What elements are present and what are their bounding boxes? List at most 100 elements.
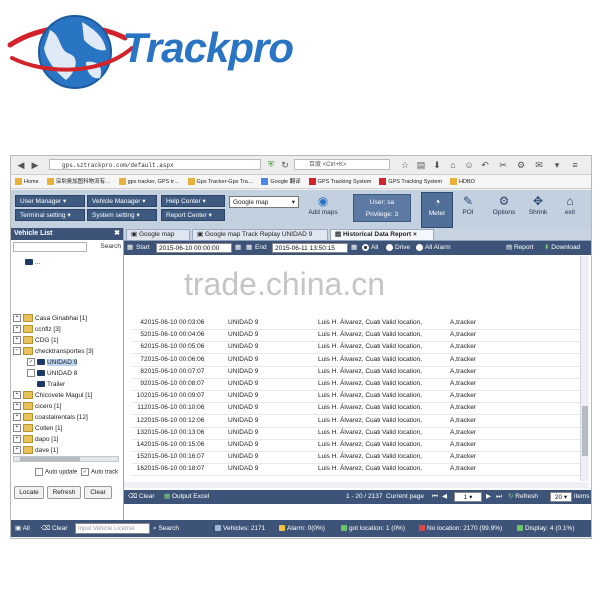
- tree-group[interactable]: + Collen [1]: [13, 424, 62, 434]
- tree-group[interactable]: − checktransportes [3]: [13, 347, 94, 357]
- expand-icon[interactable]: +: [13, 435, 21, 444]
- left-horizontal-scrollbar[interactable]: [13, 456, 119, 462]
- bookmark-item[interactable]: GPS Tracking System: [379, 175, 442, 188]
- map-select[interactable]: Google map ▾: [229, 196, 299, 208]
- clear-results-button[interactable]: ⌫ Clear: [128, 490, 155, 504]
- expand-icon[interactable]: +: [13, 336, 21, 345]
- scroll-thumb[interactable]: [20, 457, 80, 461]
- page-number-input[interactable]: 1 ▾: [454, 492, 482, 502]
- next-page-icon[interactable]: ▶: [486, 490, 491, 504]
- expand-icon[interactable]: +: [13, 402, 21, 411]
- expand-icon[interactable]: +: [13, 314, 21, 323]
- chat-icon[interactable]: ✉: [533, 159, 545, 171]
- download-button[interactable]: ⬇ Download: [544, 241, 580, 255]
- tree-item-partial[interactable]: ...: [25, 258, 40, 268]
- radio-drive[interactable]: Drive: [386, 241, 410, 255]
- url-field[interactable]: gps.sztrackpro.com/default.aspx: [49, 159, 261, 170]
- back-icon[interactable]: ◀: [15, 159, 27, 171]
- expand-icon[interactable]: +: [13, 413, 21, 422]
- table-horizontal-scrollbar[interactable]: [124, 482, 589, 488]
- vehicle-search-button[interactable]: Search: [89, 242, 121, 252]
- tree-group[interactable]: + dave [1]: [13, 446, 58, 456]
- bookmark-item[interactable]: 深圳奥加图科物流有…: [46, 175, 111, 188]
- auto-track-checkbox[interactable]: ✓: [81, 468, 89, 476]
- auto-track-toggle[interactable]: ✓ Auto track: [81, 468, 118, 477]
- end-date-input[interactable]: 2015-06-11 13:50:15: [272, 243, 348, 253]
- collapse-icon[interactable]: ✖: [114, 228, 120, 240]
- shield-icon[interactable]: ⛨: [265, 159, 277, 171]
- tab-google-map[interactable]: ▣ Google map: [126, 229, 190, 240]
- clear-button[interactable]: Clear: [84, 486, 112, 499]
- tools-icon[interactable]: ✂: [497, 159, 509, 171]
- forward-icon[interactable]: ▶: [29, 159, 41, 171]
- star-icon[interactable]: ☆: [399, 159, 411, 171]
- auto-update-toggle[interactable]: Auto update: [35, 468, 77, 477]
- expand-icon[interactable]: +: [13, 391, 21, 400]
- clear-selection-button[interactable]: ⌫ Clear: [41, 520, 68, 537]
- tree-group[interactable]: + CDG [1]: [13, 336, 58, 346]
- refresh-button[interactable]: Refresh: [47, 486, 81, 499]
- start-date-input[interactable]: 2015-06-10 00:00:00: [156, 243, 232, 253]
- add-maps-button[interactable]: ◉ Add maps: [301, 192, 345, 226]
- calendar-picker-icon[interactable]: ▦: [235, 241, 241, 255]
- refresh-page-button[interactable]: ↻ Refresh: [508, 490, 538, 504]
- last-page-icon[interactable]: ⏭: [496, 490, 502, 504]
- expand-icon[interactable]: +: [13, 424, 21, 433]
- locate-button[interactable]: Locate: [14, 486, 44, 499]
- calendar-picker-icon[interactable]: ▦: [351, 241, 357, 255]
- collapse-tree-icon[interactable]: −: [13, 347, 21, 356]
- bookmark-item[interactable]: Google 翻译: [261, 175, 301, 188]
- meter-button[interactable]: ◔ Meter: [421, 192, 453, 228]
- options-button[interactable]: ⚙ Options: [487, 192, 521, 226]
- vehicle-license-input[interactable]: Input Vehicle License: [75, 523, 150, 534]
- undo-icon[interactable]: ↶: [479, 159, 491, 171]
- tab-track-replay[interactable]: ▣ Google map Track Replay UNIDAD 9: [192, 229, 328, 240]
- scroll-thumb[interactable]: [582, 406, 588, 456]
- status-search-button[interactable]: ⌕ Search: [153, 520, 179, 537]
- gear-icon[interactable]: ⚙: [515, 159, 527, 171]
- tree-group[interactable]: + Chicovete Magul [1]: [13, 391, 92, 401]
- browser-search-input[interactable]: 百度 <Ctrl+K>: [294, 159, 390, 170]
- user-manager-menu[interactable]: User Manager ▾: [15, 195, 85, 207]
- vehicle-checkbox[interactable]: ✓: [27, 358, 35, 367]
- first-page-icon[interactable]: ⏮: [432, 490, 438, 504]
- terminal-setting-menu[interactable]: Terminal setting ▾: [15, 209, 85, 221]
- page-size-input[interactable]: 20 ▾: [550, 492, 572, 502]
- vehicle-search-input[interactable]: [13, 242, 87, 252]
- smile-icon[interactable]: ☺: [463, 159, 475, 171]
- prev-page-icon[interactable]: ◀: [442, 490, 447, 504]
- tab-historical-data-report[interactable]: ▤ Historical Data Report ×: [330, 229, 434, 240]
- bookmark-item[interactable]: Gps Tracker-Gps Tra…: [187, 175, 253, 188]
- menu-icon[interactable]: ≡: [569, 159, 581, 171]
- exit-button[interactable]: ⌂ exit: [555, 192, 585, 226]
- tree-vehicle[interactable]: Trailer: [27, 380, 65, 390]
- select-all-button[interactable]: ▣ All: [15, 520, 30, 537]
- bookmark-item[interactable]: GPS Tracking System: [308, 175, 371, 188]
- home-icon[interactable]: ⌂: [447, 159, 459, 171]
- table-row[interactable]: 16 2015-06-10 00:18:07 UNIDAD 9 Luis H. Álv…: [132, 462, 582, 477]
- auto-update-checkbox[interactable]: [35, 468, 43, 476]
- clipboard-icon[interactable]: ▤: [415, 159, 427, 171]
- help-center-menu[interactable]: Help Center ▾: [161, 195, 225, 207]
- tree-group[interactable]: + Casa Ginabhai [1]: [13, 314, 87, 324]
- poi-button[interactable]: ✎ POI: [453, 192, 483, 226]
- tree-vehicle[interactable]: UNIDAD 8: [27, 369, 77, 379]
- system-setting-menu[interactable]: System setting ▾: [87, 209, 157, 221]
- radio-all-alarm[interactable]: All Alarm: [416, 241, 451, 255]
- bookmark-item[interactable]: HDBO: [450, 175, 475, 188]
- radio-all[interactable]: All: [362, 241, 378, 255]
- dropdown-icon[interactable]: ▾: [551, 159, 563, 171]
- report-button[interactable]: ▤ Report: [506, 241, 533, 255]
- table-vertical-scrollbar[interactable]: [580, 256, 589, 481]
- bookmark-item[interactable]: gps tracker, GPS tr…: [118, 175, 180, 188]
- report-center-menu[interactable]: Report Center ▾: [161, 209, 225, 221]
- tree-group[interactable]: + cicero [1]: [13, 402, 61, 412]
- tree-vehicle[interactable]: ✓ UNIDAD 9: [27, 358, 78, 368]
- tree-group[interactable]: + coastalrentals [12]: [13, 413, 88, 423]
- bookmark-item[interactable]: Home: [15, 175, 39, 188]
- expand-icon[interactable]: +: [13, 325, 21, 334]
- vehicle-manager-menu[interactable]: Vehicle Manager ▾: [87, 195, 157, 207]
- tree-group[interactable]: + dapo [1]: [13, 435, 59, 445]
- output-excel-button[interactable]: ▦ Output Excel: [164, 490, 209, 504]
- download-icon[interactable]: ⬇: [431, 159, 443, 171]
